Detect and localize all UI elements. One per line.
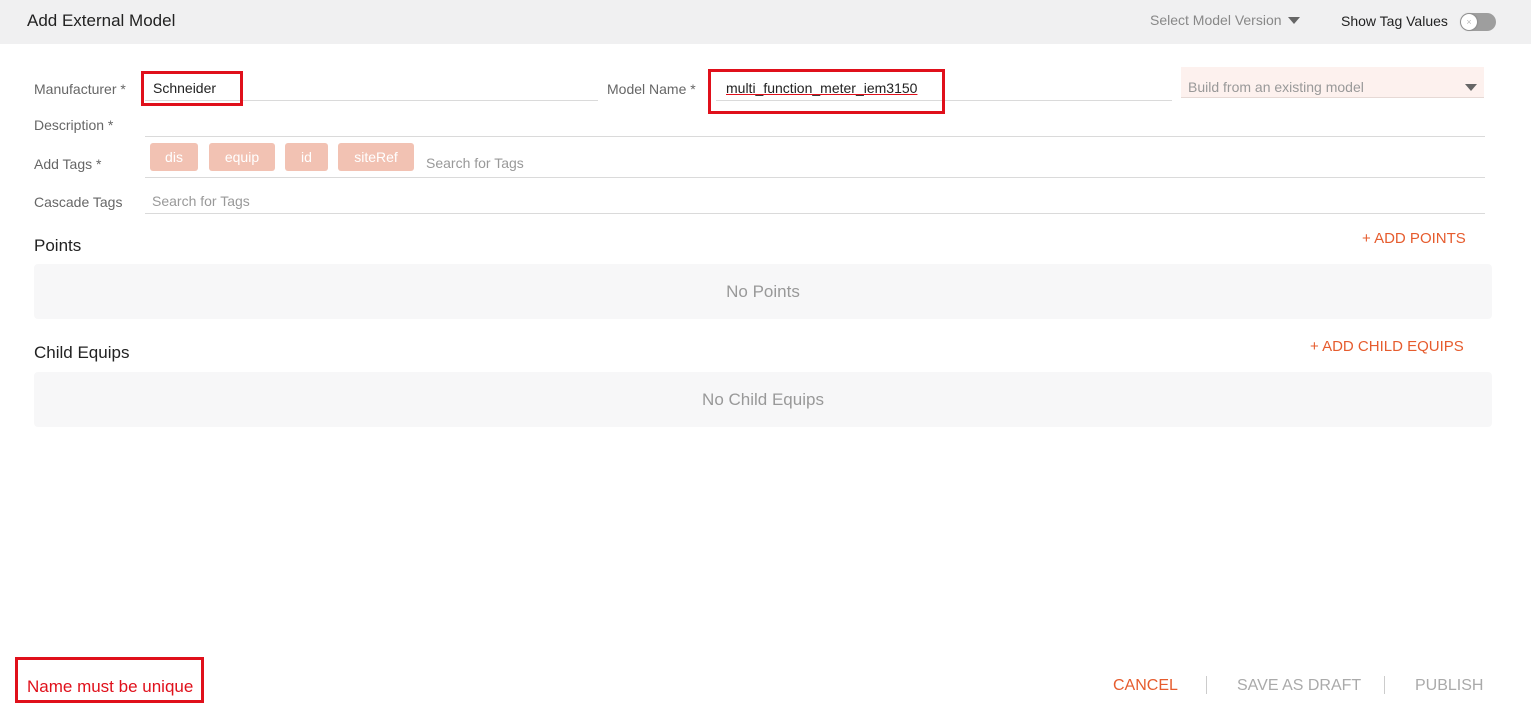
publish-button[interactable]: PUBLISH bbox=[1415, 677, 1483, 695]
tags-underline bbox=[145, 177, 1485, 178]
build-from-model-select[interactable]: Build from an existing model bbox=[1181, 67, 1484, 98]
footer-divider bbox=[1384, 676, 1385, 694]
add-tags-label: Add Tags * bbox=[34, 156, 102, 172]
model-name-highlight bbox=[708, 69, 945, 114]
tags-search-input[interactable]: Search for Tags bbox=[426, 155, 524, 171]
description-label: Description * bbox=[34, 117, 114, 133]
tag-chip-id[interactable]: id bbox=[285, 143, 328, 171]
child-equips-list: No Child Equips bbox=[34, 372, 1492, 427]
model-version-dropdown[interactable]: Select Model Version bbox=[1150, 12, 1300, 28]
build-from-model-placeholder: Build from an existing model bbox=[1188, 79, 1364, 95]
footer-divider bbox=[1206, 676, 1207, 694]
manufacturer-label: Manufacturer * bbox=[34, 81, 126, 97]
model-name-label: Model Name * bbox=[607, 81, 696, 97]
show-tag-values-toggle[interactable]: × bbox=[1460, 13, 1496, 31]
description-input[interactable] bbox=[145, 136, 1485, 137]
dialog-title: Add External Model bbox=[27, 11, 176, 30]
tag-chip-siteref[interactable]: siteRef bbox=[338, 143, 414, 171]
points-list: No Points bbox=[34, 264, 1492, 319]
child-equips-empty-text: No Child Equips bbox=[702, 390, 824, 409]
points-empty-text: No Points bbox=[726, 282, 800, 301]
tag-chip-dis[interactable]: dis bbox=[150, 143, 198, 171]
close-icon: × bbox=[1461, 14, 1477, 30]
add-child-equips-button[interactable]: + ADD CHILD EQUIPS bbox=[1310, 338, 1464, 355]
dialog-header: Add External Model Select Model Version … bbox=[0, 0, 1531, 44]
caret-down-icon bbox=[1465, 84, 1477, 91]
model-version-label: Select Model Version bbox=[1150, 12, 1282, 28]
cascade-tags-search-input[interactable]: Search for Tags bbox=[152, 193, 250, 209]
save-as-draft-button[interactable]: SAVE AS DRAFT bbox=[1237, 677, 1361, 695]
manufacturer-highlight bbox=[141, 71, 243, 106]
child-equips-section-title: Child Equips bbox=[34, 343, 130, 362]
show-tag-values-label: Show Tag Values bbox=[1341, 13, 1448, 29]
name-unique-error: Name must be unique bbox=[27, 677, 194, 696]
points-section-title: Points bbox=[34, 236, 82, 255]
add-points-button[interactable]: + ADD POINTS bbox=[1362, 230, 1466, 247]
caret-down-icon bbox=[1287, 16, 1300, 24]
cascade-tags-label: Cascade Tags bbox=[34, 194, 123, 210]
cascade-tags-underline bbox=[145, 213, 1485, 214]
cancel-button[interactable]: CANCEL bbox=[1113, 677, 1178, 695]
tag-chip-equip[interactable]: equip bbox=[209, 143, 275, 171]
